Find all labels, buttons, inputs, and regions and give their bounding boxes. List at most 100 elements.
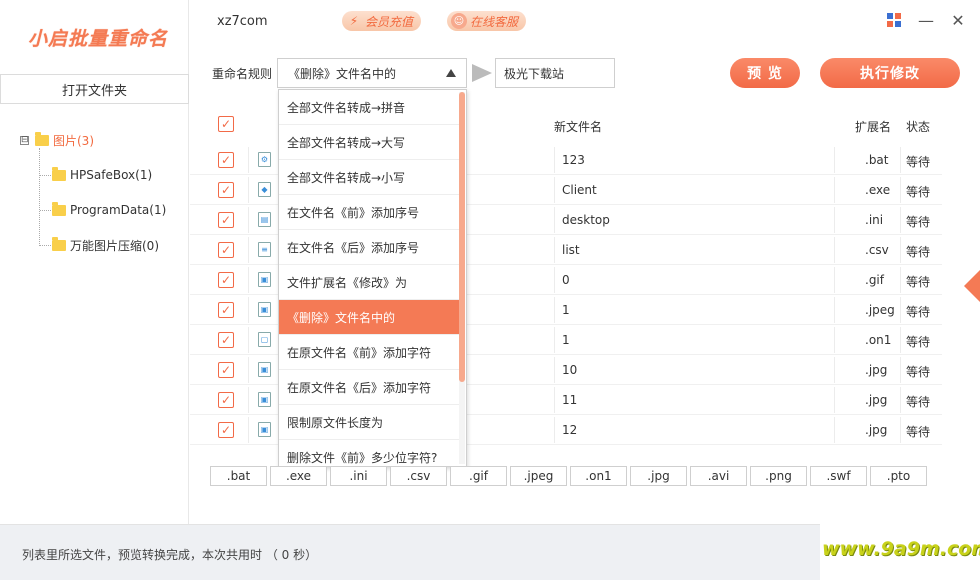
select-all-checkbox[interactable]: ✓ [218, 116, 234, 132]
column-divider [834, 327, 835, 353]
extension-filter-button[interactable]: .swf [810, 466, 867, 486]
dropdown-option[interactable]: 在文件名《后》添加序号 [279, 230, 459, 265]
row-checkbox[interactable]: ✓ [218, 152, 234, 168]
column-divider [834, 387, 835, 413]
rename-rule-dropdown: 全部文件名转成→拼音 全部文件名转成→大写 全部文件名转成→小写 在文件名《前》添加序… [278, 89, 467, 467]
tree-node-root[interactable]: ⊟ 图片(3) [20, 132, 94, 149]
row-checkbox[interactable]: ✓ [218, 182, 234, 198]
tree-node-child[interactable]: 万能图片压缩(0) [52, 237, 159, 254]
rule-value-input[interactable] [495, 58, 615, 88]
dropdown-option[interactable]: 全部文件名转成→大写 [279, 125, 459, 160]
column-divider [900, 207, 901, 233]
arrow-right-icon [472, 64, 492, 82]
tree-node-child[interactable]: ProgramData(1) [52, 201, 166, 217]
file-extension: .jpg [865, 423, 888, 437]
extension-filter-button[interactable]: .bat [210, 466, 267, 486]
column-divider [834, 177, 835, 203]
dropdown-option[interactable]: 删除文件《前》多少位字符? [279, 440, 459, 466]
header-status: 状态 [906, 120, 931, 134]
row-checkbox[interactable]: ✓ [218, 212, 234, 228]
column-divider [248, 237, 249, 263]
extension-filter-button[interactable]: .gif [450, 466, 507, 486]
dropdown-option[interactable]: 限制原文件长度为 [279, 405, 459, 440]
tree-node-label: 图片(3) [53, 134, 94, 148]
new-file-name: 10 [562, 363, 578, 377]
online-service-button[interactable]: ☺ 在线客服 [447, 11, 527, 31]
lightning-icon: ⚡ [349, 14, 359, 28]
column-divider [834, 417, 835, 443]
column-divider [900, 357, 901, 383]
row-checkbox[interactable]: ✓ [218, 272, 234, 288]
dropdown-option[interactable]: 在原文件名《后》添加字符 [279, 370, 459, 405]
dropdown-option[interactable]: 全部文件名转成→拼音 [279, 90, 459, 125]
tree-branch-line [40, 175, 51, 176]
collapse-icon[interactable]: ⊟ [20, 136, 29, 145]
column-divider [248, 297, 249, 323]
dropdown-scrollbar[interactable] [459, 92, 465, 464]
tree-node-child[interactable]: HPSafeBox(1) [52, 166, 152, 182]
extension-filter-button[interactable]: .avi [690, 466, 747, 486]
row-checkbox[interactable]: ✓ [218, 362, 234, 378]
extension-filter-button[interactable]: .pto [870, 466, 927, 486]
dropdown-option[interactable]: 全部文件名转成→小写 [279, 160, 459, 195]
extension-filter-button[interactable]: .jpeg [510, 466, 567, 486]
column-divider [554, 357, 555, 383]
close-button[interactable]: ✕ [950, 11, 966, 30]
new-file-name: 0 [562, 273, 570, 287]
file-type-icon: ▣ [258, 302, 271, 317]
column-divider [248, 357, 249, 383]
column-divider [248, 207, 249, 233]
minimize-icon: — [918, 10, 934, 30]
vip-recharge-button[interactable]: ⚡ 会员充值 [342, 11, 422, 31]
open-folder-button[interactable]: 打开文件夹 [0, 74, 189, 104]
row-checkbox[interactable]: ✓ [218, 392, 234, 408]
new-file-name: list [562, 243, 580, 257]
execute-button[interactable]: 执行修改 [820, 58, 960, 88]
file-extension: .csv [865, 243, 889, 257]
row-checkbox[interactable]: ✓ [218, 422, 234, 438]
grid-icon [887, 13, 901, 27]
extension-filter-button[interactable]: .jpg [630, 466, 687, 486]
file-extension: .ini [865, 213, 884, 227]
new-file-name: 11 [562, 393, 578, 407]
column-divider [834, 357, 835, 383]
extension-filter-button[interactable]: .csv [390, 466, 447, 486]
column-divider [248, 327, 249, 353]
row-checkbox[interactable]: ✓ [218, 302, 234, 318]
new-file-name: 1 [562, 303, 570, 317]
file-status: 等待 [906, 425, 931, 439]
extension-filter-button[interactable]: .on1 [570, 466, 627, 486]
dropdown-option[interactable]: 在文件名《前》添加序号 [279, 195, 459, 230]
minimize-button[interactable]: — [918, 10, 934, 30]
column-divider [900, 267, 901, 293]
status-text: 列表里所选文件，预览转换完成，本次共用时 （ 0 秒） [22, 548, 318, 562]
rename-rule-select[interactable]: 《删除》文件名中的 [277, 58, 467, 88]
tree-guide-line [39, 148, 40, 246]
dropdown-option[interactable]: 文件扩展名《修改》为 [279, 265, 459, 300]
preview-button[interactable]: 预 览 [730, 58, 800, 88]
file-type-icon: ▣ [258, 362, 271, 377]
new-file-name: Client [562, 183, 597, 197]
side-expand-tab[interactable] [964, 270, 980, 302]
dropdown-option[interactable]: 在原文件名《前》添加字符 [279, 335, 459, 370]
dropdown-option[interactable]: 《删除》文件名中的 [279, 300, 459, 335]
site-watermark: www.9a9m.com [822, 538, 980, 560]
sidebar: 小启批量重命名 打开文件夹 ⊟ 图片(3) HPSafeBox(1) Progr… [0, 0, 189, 524]
column-divider [248, 267, 249, 293]
status-bar: 列表里所选文件，预览转换完成，本次共用时 （ 0 秒） [0, 524, 820, 580]
column-divider [554, 387, 555, 413]
row-checkbox[interactable]: ✓ [218, 242, 234, 258]
extension-filter-button[interactable]: .exe [270, 466, 327, 486]
file-extension: .jpg [865, 363, 888, 377]
file-type-icon: ≡ [258, 242, 271, 257]
file-status: 等待 [906, 155, 931, 169]
site-label: xz7com [217, 14, 268, 29]
row-checkbox[interactable]: ✓ [218, 332, 234, 348]
extension-filter-button[interactable]: .png [750, 466, 807, 486]
extension-filter-button[interactable]: .ini [330, 466, 387, 486]
skin-grid-button[interactable] [886, 12, 902, 28]
file-type-icon: ▢ [258, 332, 271, 347]
dropdown-scroll-thumb[interactable] [459, 92, 465, 382]
file-status: 等待 [906, 185, 931, 199]
file-status: 等待 [906, 305, 931, 319]
